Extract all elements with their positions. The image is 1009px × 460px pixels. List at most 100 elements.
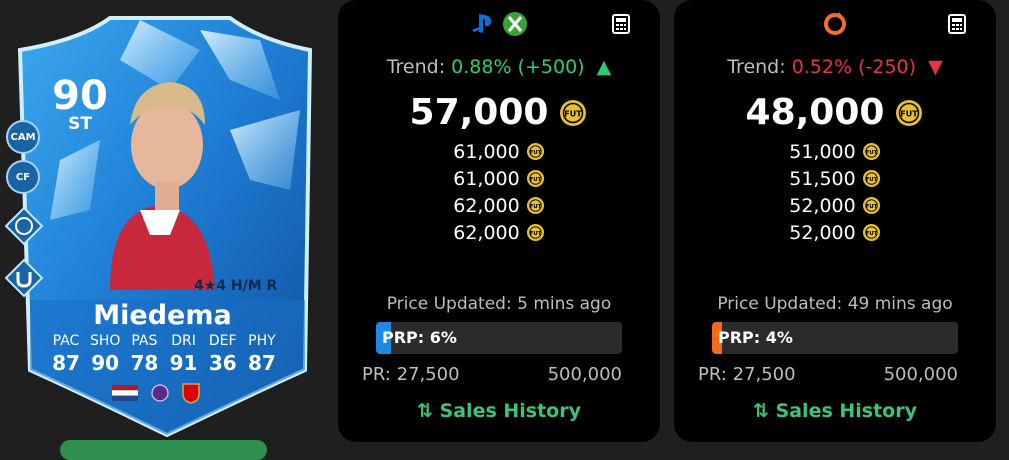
stat-pac: PAC 87 <box>48 332 84 376</box>
price-range-min: PR: 27,500 <box>362 364 460 385</box>
prp-bar: PRP: 6% <box>376 322 622 354</box>
svg-text:FUT: FUT <box>866 177 878 183</box>
coin-icon: FUT <box>560 99 587 126</box>
price-range-max: 500,000 <box>883 364 958 385</box>
listing-price: 51,500 <box>789 167 856 190</box>
trend-label: Trend: <box>727 56 786 78</box>
trend-value: 0.52% (-250) <box>791 56 917 78</box>
listing-price: 52,000 <box>789 221 856 244</box>
xbox-icon <box>503 12 527 36</box>
stat-def: DEF 36 <box>205 332 241 376</box>
stat-label: SHO <box>89 333 121 349</box>
coin-icon: FUT <box>862 223 880 242</box>
alt-position-cf: CF <box>6 160 40 194</box>
stat-pas: PAS 78 <box>126 332 162 376</box>
price-updated: Price Updated: 49 mins ago <box>717 294 953 314</box>
stat-value: 91 <box>169 351 198 375</box>
stat-label: PAS <box>131 333 158 349</box>
price-value: 48,000 <box>745 92 885 133</box>
svg-text:FUT: FUT <box>530 231 542 237</box>
calculator-icon[interactable] <box>612 14 630 34</box>
sales-history-link[interactable]: ⇅ Sales History <box>674 400 996 422</box>
coin-icon: FUT <box>862 169 880 188</box>
price-updated: Price Updated: 5 mins ago <box>386 294 612 314</box>
listing-price: 61,000 <box>453 140 520 163</box>
sales-history-label: Sales History <box>439 400 581 422</box>
playstyle-plus-icon <box>4 258 44 298</box>
origin-icon <box>824 12 846 35</box>
card-badges <box>112 382 200 404</box>
coin-icon: FUT <box>862 196 880 215</box>
listing-price: 62,000 <box>453 194 520 217</box>
listing-prices: 51,000 FUT 51,500 FUT 52,000 FUT 52,000 FUT <box>674 138 996 246</box>
svg-text:FUT: FUT <box>866 204 878 210</box>
stat-value: 36 <box>208 351 237 375</box>
prp-label: PRP: 4% <box>718 328 793 347</box>
sort-arrows-icon: ⇅ <box>417 400 433 422</box>
card-rating: 90 <box>52 73 108 119</box>
stat-dri: DRI 91 <box>166 332 202 376</box>
coin-icon: FUT <box>526 142 544 161</box>
listing-price: 51,000 <box>789 140 856 163</box>
price-panel-pc: Trend: 0.52% (-250) ▼ 48,000 FUT 51,000 F… <box>674 0 996 442</box>
sales-history-link[interactable]: ⇅ Sales History <box>338 400 660 422</box>
stat-label: DEF <box>208 333 237 349</box>
listing-price: 61,000 <box>453 167 520 190</box>
stat-value: 87 <box>248 351 276 375</box>
price-range-max: 500,000 <box>547 364 622 385</box>
card-position: ST <box>68 114 92 134</box>
listing-price: 52,000 <box>789 194 856 217</box>
svg-text:FUT: FUT <box>901 109 919 118</box>
coin-icon: FUT <box>526 223 544 242</box>
list-item: 62,000 FUT <box>338 219 660 246</box>
stat-label: PHY <box>248 333 276 349</box>
list-item: 61,000 FUT <box>338 165 660 192</box>
price-panel-console: Trend: 0.88% (+500) ▲ 57,000 FUT 61,000 F… <box>338 0 660 442</box>
stat-value: 87 <box>52 351 80 375</box>
alt-position-cam: CAM <box>6 120 40 154</box>
flag-netherlands-icon <box>112 385 138 401</box>
calculator-icon[interactable] <box>948 14 966 34</box>
svg-text:FUT: FUT <box>530 204 542 210</box>
stat-value: 90 <box>91 351 120 375</box>
league-badge-icon <box>151 384 169 402</box>
coin-icon: FUT <box>526 196 544 215</box>
svg-text:FUT: FUT <box>866 231 878 237</box>
price-value: 57,000 <box>409 92 549 133</box>
trend-up-icon: ▲ <box>590 56 612 78</box>
svg-text:FUT: FUT <box>530 177 542 183</box>
svg-text:FUT: FUT <box>565 109 583 118</box>
skills-weakfoot: 4★4 H/M R <box>194 278 278 294</box>
coin-icon: FUT <box>862 142 880 161</box>
list-item: 51,500 FUT <box>674 165 996 192</box>
stat-label: DRI <box>171 333 196 349</box>
sales-history-label: Sales History <box>775 400 917 422</box>
trend-line: Trend: 0.88% (+500) ▲ <box>338 56 660 78</box>
player-card[interactable]: 90 ST CAM CF 4★4 H/M R Miedema PAC 87 SHO… <box>0 10 335 450</box>
trend-line: Trend: 0.52% (-250) ▼ <box>674 56 996 78</box>
stats-row: PAC 87 SHO 90 PAS 78 DRI 91 DEF 36 PHY 87 <box>48 332 280 376</box>
stat-phy: PHY 87 <box>244 332 280 376</box>
prp-label: PRP: 6% <box>382 328 457 347</box>
prp-bar: PRP: 4% <box>712 322 958 354</box>
current-price: 57,000 FUT <box>338 92 660 133</box>
price-range-min: PR: 27,500 <box>698 364 796 385</box>
price-range: PR: 27,500 500,000 <box>362 364 622 385</box>
listing-price: 62,000 <box>453 221 520 244</box>
player-name: Miedema <box>93 300 232 331</box>
action-button[interactable] <box>60 440 267 460</box>
list-item: 61,000 FUT <box>338 138 660 165</box>
list-item: 52,000 FUT <box>674 219 996 246</box>
trend-down-icon: ▼ <box>922 56 943 78</box>
coin-icon: FUT <box>896 99 923 126</box>
coin-icon: FUT <box>526 169 544 188</box>
stat-label: PAC <box>52 333 80 349</box>
trend-label: Trend: <box>386 56 446 78</box>
svg-text:FUT: FUT <box>530 150 542 156</box>
current-price: 48,000 FUT <box>674 92 996 133</box>
price-range: PR: 27,500 500,000 <box>698 364 958 385</box>
playstation-icon <box>472 14 491 33</box>
playstyle-icon <box>4 206 44 246</box>
list-item: 52,000 FUT <box>674 192 996 219</box>
list-item: 62,000 FUT <box>338 192 660 219</box>
